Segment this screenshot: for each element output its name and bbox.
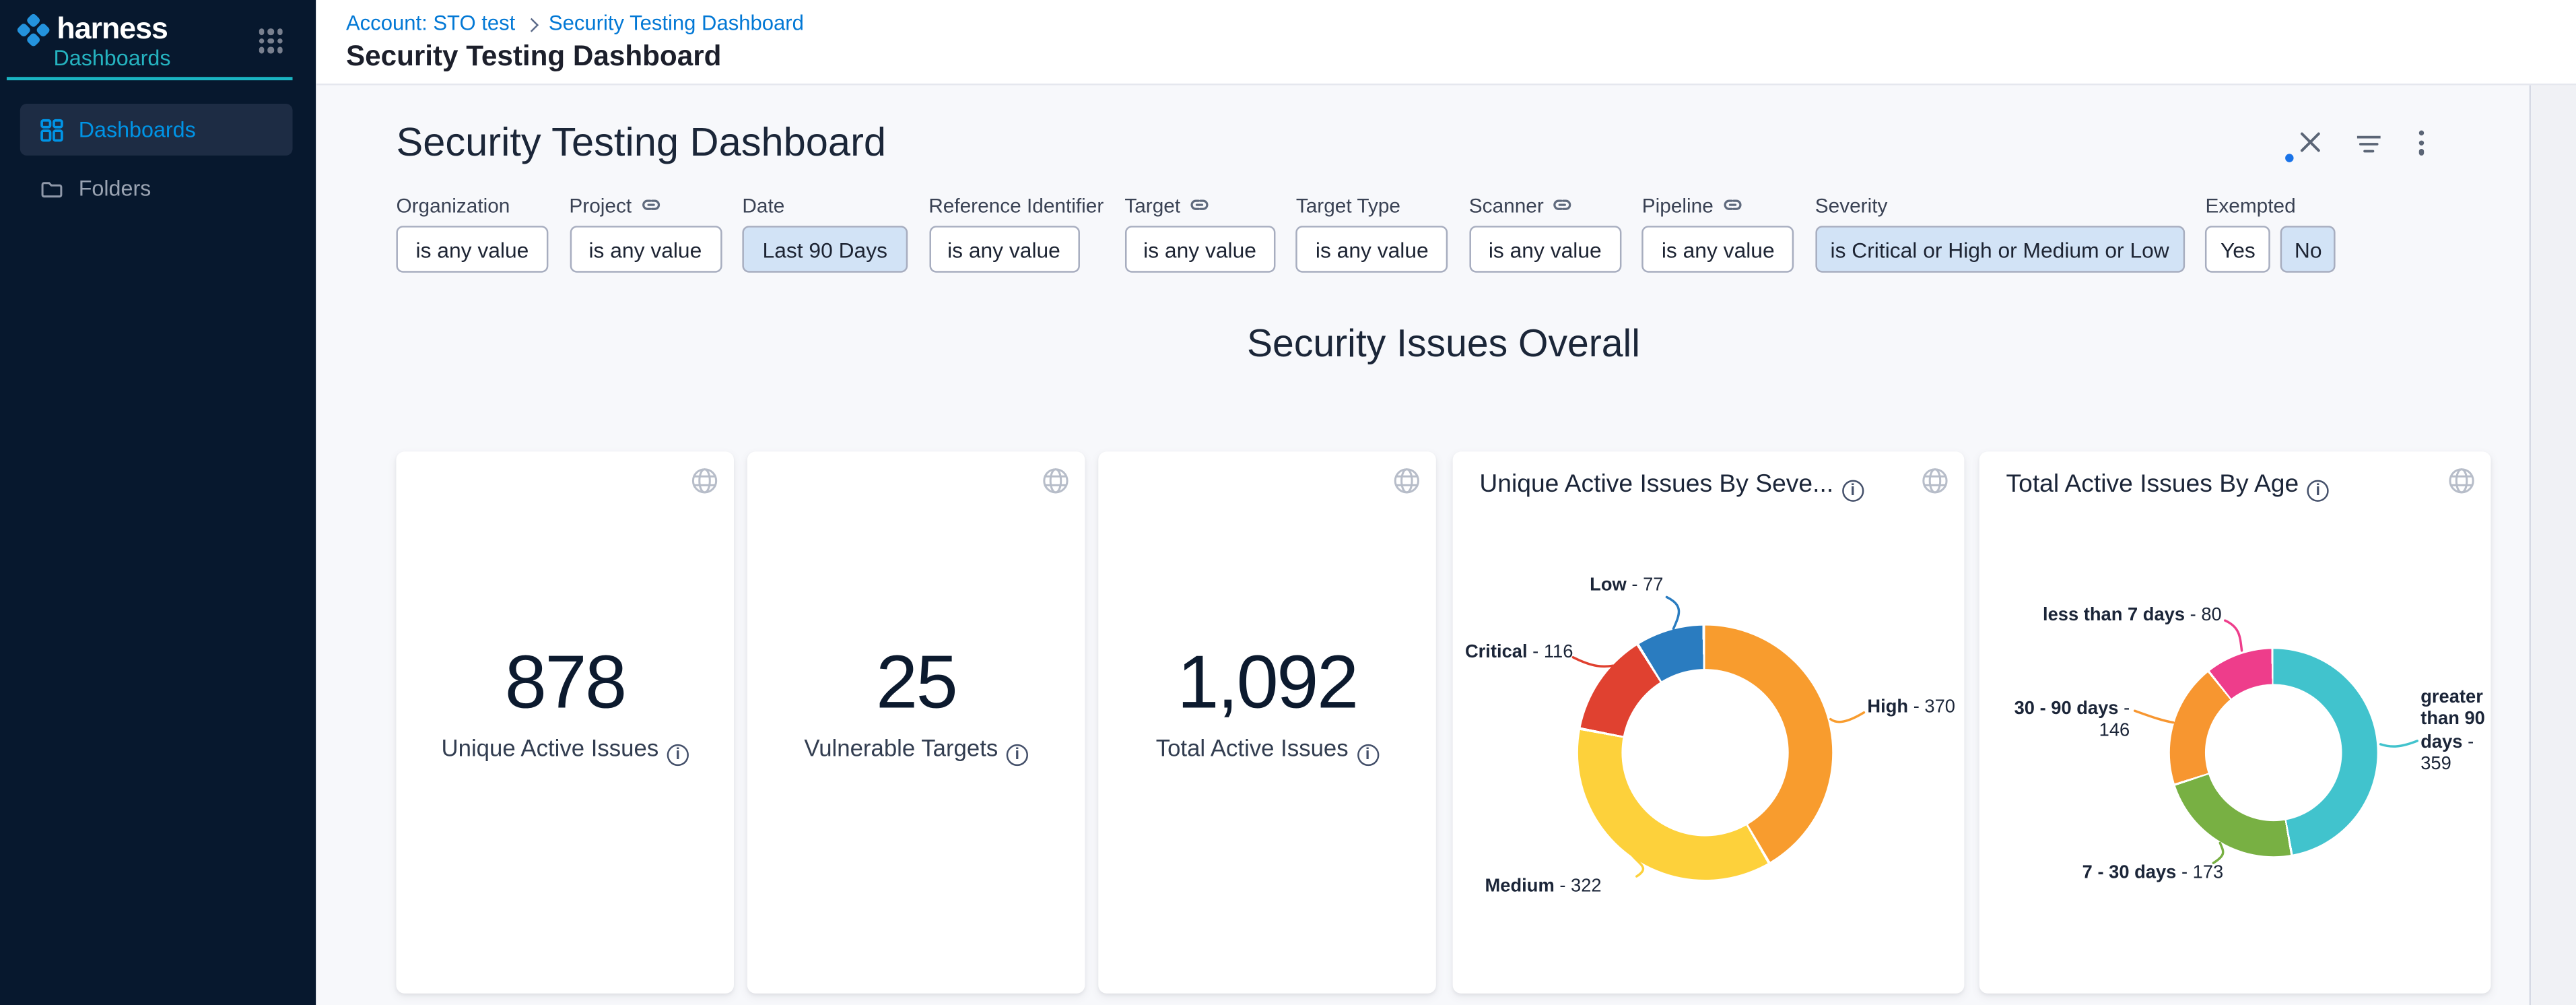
filter-exempted-yes-chip[interactable]: Yes [2206,226,2271,273]
filter-date-chip[interactable]: Last 90 Days [742,226,908,273]
donut-label-medium: Medium - 322 [1453,876,1602,899]
sidebar: harness Dashboards Dashboards Folders [0,0,316,1005]
sidebar-item-label: Dashboards [79,117,196,142]
breadcrumb-chevron-icon [525,17,539,31]
brand-name: harness [57,11,167,46]
chart-title: Unique Active Issues By Seve... [1479,470,1864,502]
filter-exempted-no-chip[interactable]: No [2280,226,2336,273]
filter-scanner: Scanner is any value [1469,193,1621,273]
filter-date: Date Last 90 Days [742,193,908,273]
filter-target-chip[interactable]: is any value [1124,226,1275,273]
module-grid-icon[interactable] [259,28,283,53]
filter-target-type-chip[interactable]: is any value [1296,226,1448,273]
info-icon[interactable] [667,744,689,766]
filter-reference-identifier-chip[interactable]: is any value [928,226,1079,273]
filter-severity-chip[interactable]: is Critical or High or Medium or Low [1815,226,2185,273]
filter-label: Exempted [2206,193,2296,217]
globe-icon[interactable] [1392,467,1421,495]
sidebar-item-label: Folders [79,176,151,201]
app-window: harness Dashboards Dashboards Folders Ac… [0,0,2576,1005]
stat-card-total-active-issues: 1,092 Total Active Issues [1098,451,1436,993]
donut-label-critical: Critical - 116 [1453,642,1573,664]
info-icon[interactable] [1007,744,1028,766]
stat-value: 1,092 [1098,639,1436,725]
sidebar-item-folders[interactable]: Folders [20,162,293,214]
globe-icon[interactable] [690,467,718,495]
chart-card-issues-by-severity: Unique Active Issues By Seve... Low - 77… [1453,451,1965,993]
stat-card-unique-active-issues: 878 Unique Active Issues [396,451,734,993]
link-icon [640,194,662,216]
stat-label: Vulnerable Targets [747,734,1085,766]
filter-pipeline: Pipeline is any value [1642,193,1794,273]
filter-pipeline-chip[interactable]: is any value [1642,226,1794,273]
globe-icon[interactable] [1921,467,1949,495]
close-icon[interactable] [2300,132,2320,152]
donut-label-greater-than-90-days: greater than 90 days - 359 [2420,687,2501,777]
filter-label: Project [569,193,632,217]
filter-organization-chip[interactable]: is any value [396,226,548,273]
cursor-dot [2285,154,2293,162]
filter-label: Pipeline [1642,193,1714,217]
more-options-icon[interactable] [2419,131,2425,155]
stat-value: 878 [396,639,734,725]
harness-logo[interactable]: harness [18,11,168,46]
filter-exempted: Exempted YesNo [2206,193,2336,273]
filter-reference-identifier: Reference Identifier is any value [928,193,1104,273]
donut-label-7-30-days: 7 - 30 days - 173 [2029,863,2223,885]
filter-icon[interactable] [2357,135,2381,154]
stat-value: 25 [747,639,1085,725]
filter-bar: Organizationis any valueProject is any v… [396,193,2336,273]
link-icon [1552,194,1573,216]
info-icon[interactable] [1842,480,1864,502]
filter-project-chip[interactable]: is any value [569,226,721,273]
filter-label: Scanner [1469,193,1544,217]
chart-title: Total Active Issues By Age [2006,470,2328,502]
product-name: Dashboards [53,45,170,70]
section-title: Security Issues Overall [396,321,2490,366]
sidebar-item-dashboards[interactable]: Dashboards [20,104,293,156]
donut-label-less-than-7-days: less than 7 days - 80 [2012,606,2221,628]
chart-card-issues-by-age: Total Active Issues By Age less than 7 d… [1979,451,2491,993]
info-icon[interactable] [2307,480,2329,502]
folder-icon [40,176,64,200]
filter-label: Date [742,193,784,217]
dashboards-grid-icon [40,118,64,141]
breadcrumb-dashboard-link[interactable]: Security Testing Dashboard [549,11,804,35]
harness-logo-icon [16,12,51,47]
filter-severity: Severity is Critical or High or Medium or… [1815,193,2185,273]
filter-label: Target Type [1296,193,1400,217]
filter-label: Target [1124,193,1180,217]
dashboard-panel: Security Testing Dashboard Organization i… [316,86,2531,1005]
filter-label: Organization [396,193,510,217]
globe-icon[interactable] [1042,467,1070,495]
page-gutter [2531,86,2576,1005]
sidebar-divider [7,77,293,80]
info-icon[interactable] [1357,744,1378,766]
donut-label-low: Low - 77 [1469,575,1663,597]
filter-label: Reference Identifier [928,193,1104,217]
donut-label-high: High - 370 [1867,697,1955,719]
age-donut-chart[interactable] [2170,649,2377,856]
donut-label-30-90-days: 30 - 90 days - 146 [1979,699,2130,744]
globe-icon[interactable] [2447,467,2476,495]
filter-organization: Organization is any value [396,193,548,273]
stat-label: Unique Active Issues [396,734,734,766]
filter-project: Project is any value [569,193,721,273]
top-bar: Account: STO test Security Testing Dashb… [316,0,2576,86]
severity-donut-chart[interactable] [1578,626,1832,880]
breadcrumb: Account: STO test Security Testing Dashb… [346,11,804,35]
breadcrumb-account-link[interactable]: Account: STO test [346,11,515,35]
page-title: Security Testing Dashboard [346,40,721,74]
stat-card-vulnerable-targets: 25 Vulnerable Targets [747,451,1085,993]
filter-target: Target is any value [1124,193,1275,273]
dashboard-heading: Security Testing Dashboard [396,121,886,168]
filter-label: Severity [1815,193,1888,217]
filter-scanner-chip[interactable]: is any value [1469,226,1621,273]
link-icon [1722,194,1743,216]
link-icon [1189,194,1211,216]
filter-target-type: Target Type is any value [1296,193,1448,273]
stat-label: Total Active Issues [1098,734,1436,766]
